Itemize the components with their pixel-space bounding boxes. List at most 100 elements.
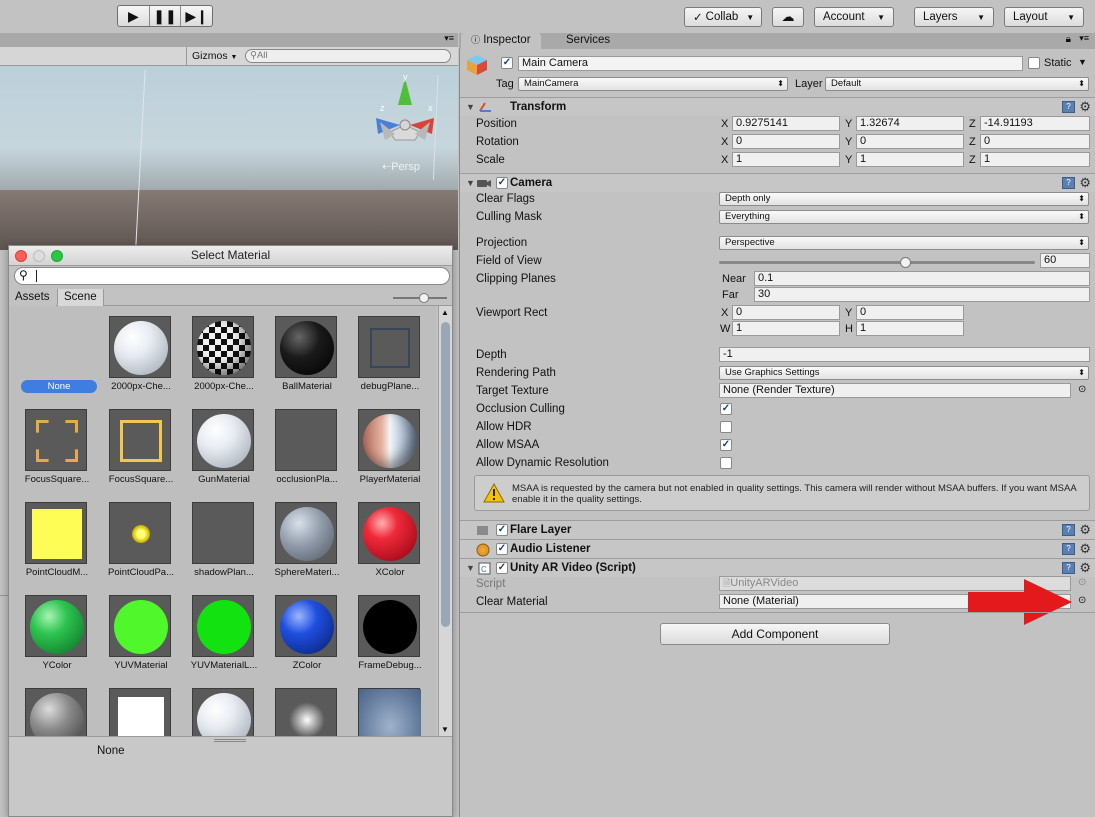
help-icon[interactable]: ? bbox=[1062, 524, 1075, 536]
gear-icon[interactable]: ⚙ bbox=[1079, 99, 1091, 115]
camera-enabled-checkbox[interactable]: ✓ bbox=[496, 177, 508, 189]
material-item[interactable]: FocusSquare... bbox=[9, 399, 93, 491]
rotation-y-field[interactable]: 0 bbox=[856, 134, 964, 149]
gizmos-dropdown[interactable]: Gizmos ▼ bbox=[186, 47, 242, 65]
vp-x-field[interactable]: 0 bbox=[732, 305, 840, 320]
object-picker-icon[interactable]: ⊙ bbox=[1078, 384, 1086, 395]
help-icon[interactable]: ? bbox=[1062, 177, 1075, 189]
ar-video-checkbox[interactable]: ✓ bbox=[496, 562, 508, 574]
scene-search-input[interactable]: ⚲All bbox=[245, 49, 451, 63]
layers-button[interactable]: Layers ▼ bbox=[914, 7, 994, 27]
help-icon[interactable]: ? bbox=[1062, 543, 1075, 555]
menu-icon[interactable]: ▾≡ bbox=[444, 33, 454, 44]
position-z-field[interactable]: -14.91193 bbox=[980, 116, 1090, 131]
scrollbar-thumb[interactable] bbox=[441, 322, 450, 627]
material-item[interactable]: None bbox=[9, 306, 97, 398]
material-item[interactable]: 2000px-Che... bbox=[93, 306, 177, 398]
audio-listener-checkbox[interactable]: ✓ bbox=[496, 543, 508, 555]
resize-handle[interactable] bbox=[214, 739, 246, 742]
pause-icon[interactable]: ❚❚ bbox=[150, 6, 182, 26]
material-item[interactable] bbox=[259, 678, 343, 736]
material-search-input[interactable]: ⚲ bbox=[14, 267, 450, 285]
scroll-down-icon[interactable]: ▼ bbox=[441, 725, 449, 734]
material-item[interactable]: GunMaterial bbox=[176, 399, 260, 491]
depth-field[interactable]: -1 bbox=[719, 347, 1090, 362]
gear-icon[interactable]: ⚙ bbox=[1079, 175, 1091, 191]
help-icon[interactable]: ? bbox=[1062, 562, 1075, 574]
material-item[interactable]: PointCloudM... bbox=[9, 492, 93, 584]
projection-dropdown[interactable]: Perspective ⬍ bbox=[719, 236, 1089, 250]
allow-msaa-checkbox[interactable]: ✓ bbox=[720, 439, 732, 451]
material-scrollbar[interactable]: ▲ ▼ bbox=[438, 306, 452, 736]
material-item[interactable]: YUVMaterial bbox=[93, 585, 177, 677]
preview-size-slider[interactable] bbox=[393, 293, 447, 303]
material-item[interactable] bbox=[9, 678, 93, 736]
material-item[interactable]: XColor bbox=[342, 492, 426, 584]
material-item[interactable] bbox=[93, 678, 177, 736]
persp-label[interactable]: ⇠Persp bbox=[382, 160, 420, 173]
tab-scene[interactable]: Scene bbox=[57, 289, 104, 306]
material-item[interactable]: YColor bbox=[9, 585, 93, 677]
position-y-field[interactable]: 1.32674 bbox=[856, 116, 964, 131]
far-field[interactable]: 30 bbox=[754, 287, 1090, 302]
menu-icon[interactable]: ▾≡ bbox=[1079, 33, 1089, 44]
help-icon[interactable]: ? bbox=[1062, 101, 1075, 113]
material-item[interactable]: FrameDebug... bbox=[342, 585, 426, 677]
step-icon[interactable]: ▶❙ bbox=[181, 6, 212, 26]
camera-header[interactable]: ▼ ✓ Camera ? ⚙ bbox=[460, 173, 1095, 192]
flare-layer-header[interactable]: ✓ Flare Layer ? ⚙ bbox=[460, 520, 1095, 539]
occlusion-culling-checkbox[interactable]: ✓ bbox=[720, 403, 732, 415]
lock-icon[interactable]: 🔒︎ bbox=[1066, 34, 1071, 45]
material-none-pill[interactable]: None bbox=[21, 380, 97, 393]
active-checkbox[interactable]: ✓ bbox=[501, 57, 513, 69]
audio-listener-header[interactable]: ✓ Audio Listener ? ⚙ bbox=[460, 539, 1095, 558]
material-item[interactable] bbox=[176, 678, 260, 736]
rotation-x-field[interactable]: 0 bbox=[732, 134, 840, 149]
material-item[interactable]: YUVMaterialL... bbox=[176, 585, 260, 677]
maximize-icon[interactable] bbox=[51, 250, 63, 262]
material-item[interactable]: PlayerMaterial bbox=[342, 399, 426, 491]
layout-button[interactable]: Layout ▼ bbox=[1004, 7, 1084, 27]
material-item[interactable]: ZColor bbox=[259, 585, 343, 677]
transform-header[interactable]: ▼ Transform ? ⚙ bbox=[460, 97, 1095, 116]
account-button[interactable]: Account ▼ bbox=[814, 7, 894, 27]
allow-dynamic-resolution-checkbox[interactable] bbox=[720, 457, 732, 469]
clear-flags-dropdown[interactable]: Depth only ⬍ bbox=[719, 192, 1089, 206]
cloud-button[interactable]: ☁ bbox=[772, 7, 804, 27]
rendering-path-dropdown[interactable]: Use Graphics Settings ⬍ bbox=[719, 366, 1089, 380]
chevron-down-icon[interactable]: ▼ bbox=[1078, 57, 1087, 67]
gear-icon[interactable]: ⚙ bbox=[1079, 541, 1091, 557]
material-item[interactable]: SphereMateri... bbox=[259, 492, 343, 584]
fov-field[interactable]: 60 bbox=[1040, 253, 1090, 268]
material-item[interactable]: PointCloudPa... bbox=[93, 492, 177, 584]
position-x-field[interactable]: 0.9275141 bbox=[732, 116, 840, 131]
play-icon[interactable]: ▶ bbox=[118, 6, 150, 26]
layer-dropdown[interactable]: Default ⬍ bbox=[825, 77, 1089, 91]
scroll-up-icon[interactable]: ▲ bbox=[441, 308, 449, 317]
static-checkbox[interactable] bbox=[1028, 57, 1040, 69]
gear-icon[interactable]: ⚙ bbox=[1079, 522, 1091, 538]
tag-dropdown[interactable]: MainCamera ⬍ bbox=[518, 77, 788, 91]
material-item[interactable]: debugPlane... bbox=[342, 306, 426, 398]
material-item[interactable]: 2000px-Che... bbox=[176, 306, 260, 398]
target-texture-field[interactable]: None (Render Texture) bbox=[719, 383, 1071, 398]
ar-video-header[interactable]: ▼ C ✓ Unity AR Video (Script) ? ⚙ bbox=[460, 558, 1095, 577]
material-item[interactable]: occlusionPla... bbox=[259, 399, 343, 491]
material-item[interactable] bbox=[342, 678, 426, 736]
minimize-icon[interactable] bbox=[33, 250, 45, 262]
vp-y-field[interactable]: 0 bbox=[856, 305, 964, 320]
slider-handle[interactable] bbox=[419, 293, 429, 303]
culling-mask-dropdown[interactable]: Everything ⬍ bbox=[719, 210, 1089, 224]
fov-slider[interactable] bbox=[719, 257, 1035, 268]
material-item[interactable]: shadowPlan... bbox=[176, 492, 260, 584]
tab-assets[interactable]: Assets bbox=[9, 289, 56, 306]
tab-inspector[interactable]: ⓘ Inspector bbox=[461, 33, 541, 49]
scale-y-field[interactable]: 1 bbox=[856, 152, 964, 167]
flare-layer-checkbox[interactable]: ✓ bbox=[496, 524, 508, 536]
tab-services[interactable]: Services bbox=[556, 33, 620, 49]
allow-hdr-checkbox[interactable] bbox=[720, 421, 732, 433]
clear-material-picker-icon[interactable]: ⊙ bbox=[1078, 595, 1086, 606]
scale-z-field[interactable]: 1 bbox=[980, 152, 1090, 167]
object-name-field[interactable]: Main Camera bbox=[518, 56, 1023, 71]
material-item[interactable]: BallMaterial bbox=[259, 306, 343, 398]
